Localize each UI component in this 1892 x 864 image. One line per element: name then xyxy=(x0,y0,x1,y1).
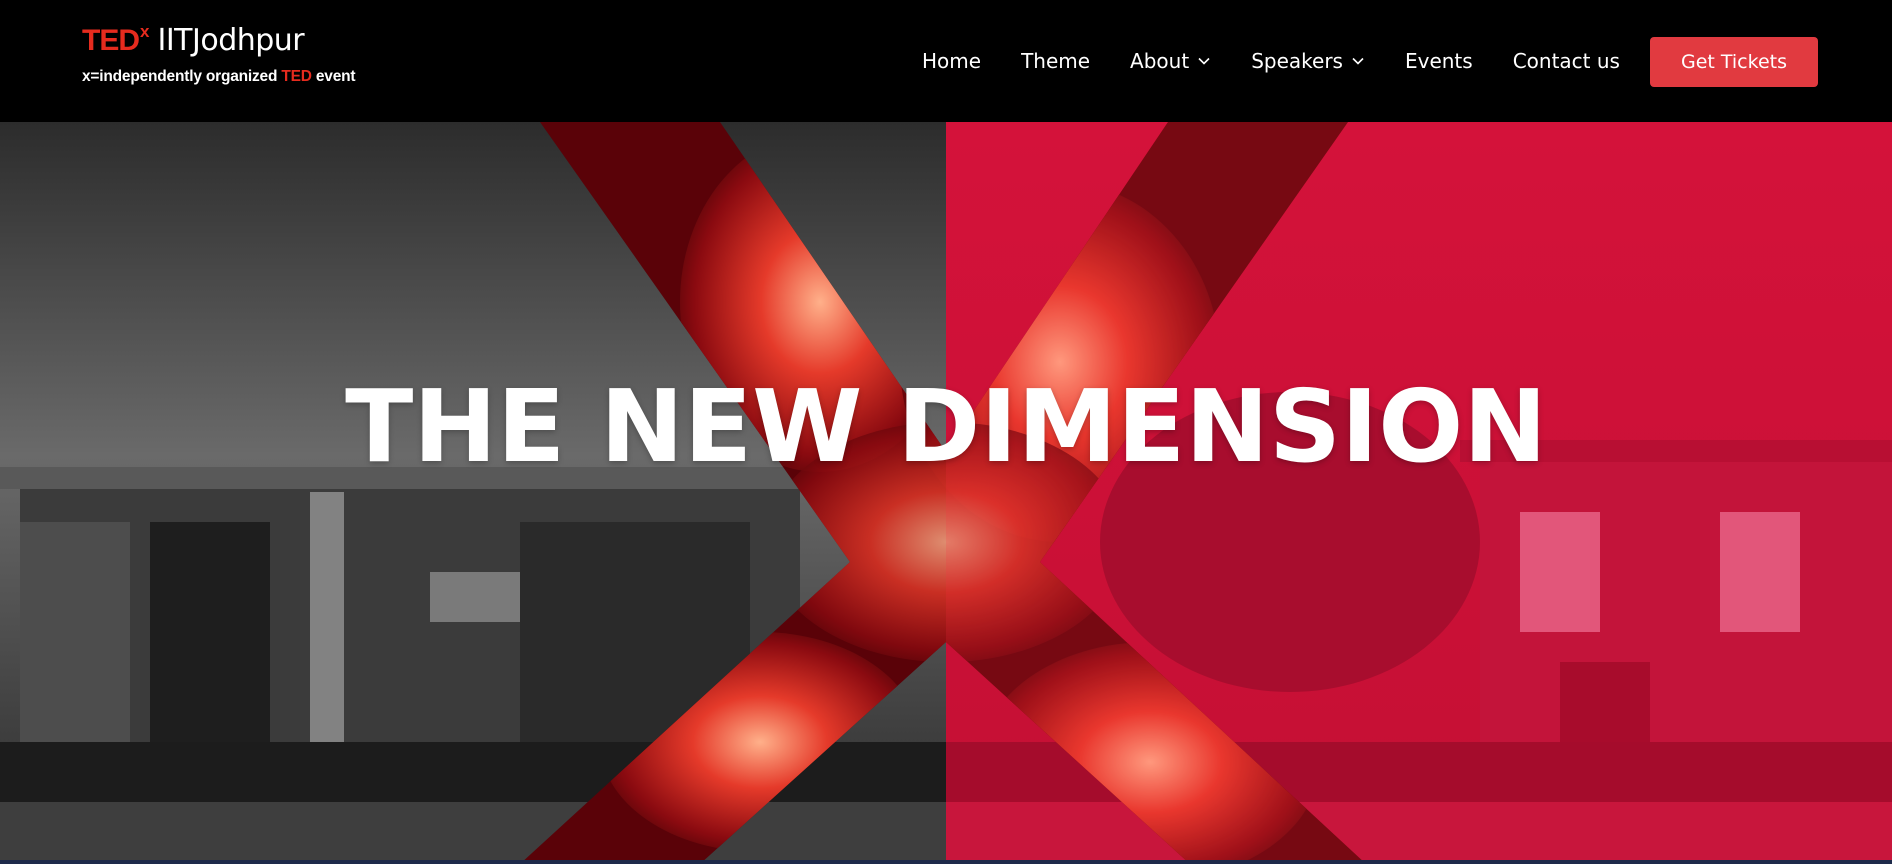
nav-about[interactable]: About xyxy=(1130,49,1211,73)
nav-events-label: Events xyxy=(1404,49,1473,73)
nav-theme-label: Theme xyxy=(1021,49,1091,73)
site-logo[interactable]: TED x IITJodhpur x=independently organiz… xyxy=(82,22,392,92)
hero-background-artwork xyxy=(0,122,1892,864)
get-tickets-button[interactable]: Get Tickets xyxy=(1650,37,1818,87)
logo-tagline-ted: TED xyxy=(281,68,312,85)
logo-ted: TED xyxy=(82,24,140,57)
nav-events[interactable]: Events xyxy=(1405,49,1473,73)
logo-tagline-prefix: x=independently organized xyxy=(82,68,282,85)
nav-home-label: Home xyxy=(922,49,982,73)
hero-title: THE NEW DIMENSION xyxy=(345,368,1547,485)
logo-wordmark: TED x IITJodhpur xyxy=(82,22,392,62)
chevron-down-icon xyxy=(1198,57,1210,65)
logo-x: x xyxy=(140,22,150,41)
nav-contact[interactable]: Contact us xyxy=(1513,49,1620,73)
logo-tagline: x=independently organized TED event xyxy=(82,68,392,86)
hero-bottom-divider xyxy=(0,860,1892,864)
logo-event-name: IITJodhpur xyxy=(157,23,305,58)
nav-home[interactable]: Home xyxy=(922,49,981,73)
logo-tagline-suffix: event xyxy=(311,68,356,85)
main-nav: Home Theme About Speakers Events Contact… xyxy=(922,44,1660,78)
nav-speakers-label: Speakers xyxy=(1251,49,1343,73)
site-header: TED x IITJodhpur x=independently organiz… xyxy=(0,0,1892,122)
nav-contact-label: Contact us xyxy=(1512,49,1620,73)
hero-banner: THE NEW DIMENSION xyxy=(0,122,1892,864)
nav-speakers[interactable]: Speakers xyxy=(1251,49,1365,73)
nav-theme[interactable]: Theme xyxy=(1021,49,1090,73)
nav-about-label: About xyxy=(1130,49,1190,73)
chevron-down-icon xyxy=(1352,57,1364,65)
